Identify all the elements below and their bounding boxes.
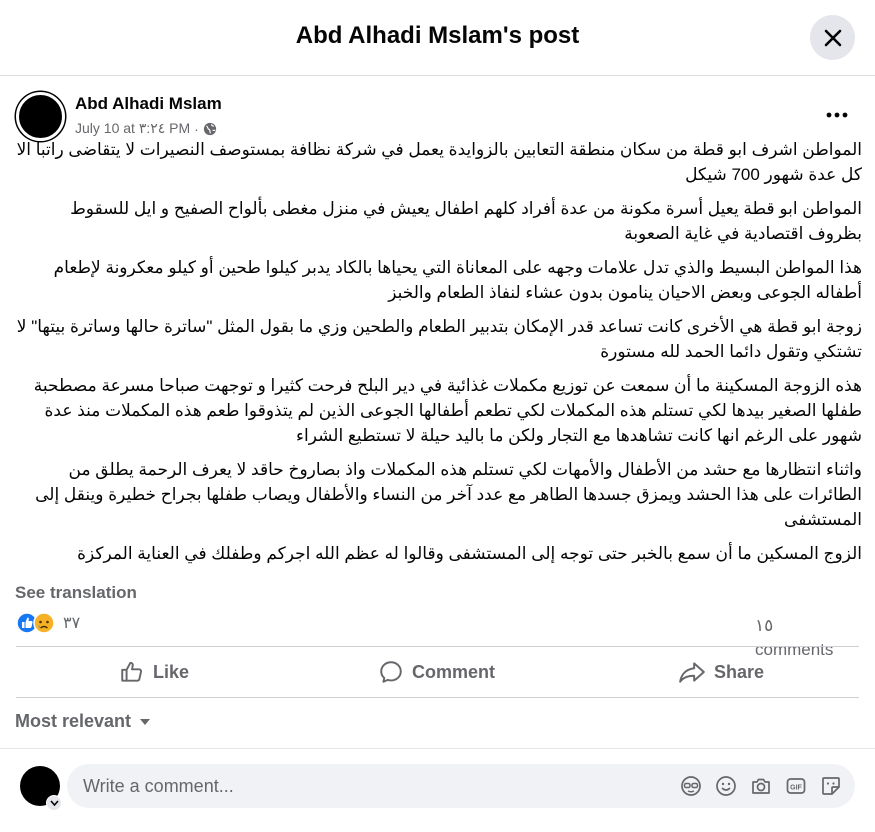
more-options-button[interactable]	[822, 100, 852, 130]
comment-icon	[380, 661, 402, 683]
share-button[interactable]: Share	[678, 655, 764, 689]
author-avatar[interactable]	[16, 92, 65, 141]
avatar-sticker-button[interactable]	[679, 774, 703, 798]
post-text: المواطن اشرف ابو قطة من سكان منطقة التعا…	[16, 137, 862, 575]
svg-text:GIF: GIF	[790, 784, 802, 791]
like-button[interactable]: Like	[119, 655, 189, 689]
reaction-count: ٣٧	[63, 615, 81, 632]
close-icon	[824, 29, 841, 46]
like-label: Like	[153, 661, 190, 682]
comment-sort-dropdown[interactable]: Most relevant	[15, 711, 151, 732]
sad-reaction-icon	[33, 612, 55, 634]
emoji-icon	[716, 776, 736, 796]
see-translation-link[interactable]: See translation	[15, 583, 137, 603]
like-icon	[121, 661, 143, 682]
avatar-sticker-icon	[681, 776, 701, 796]
gif-button[interactable]: GIF	[784, 774, 808, 798]
post-meta: July 10 at ٣:٢٤ PM ·	[75, 120, 217, 137]
composer-tools: GIF	[679, 774, 843, 798]
meta-separator: ·	[194, 120, 199, 137]
camera-icon	[752, 778, 770, 794]
globe-icon	[203, 122, 216, 135]
profile-switch-button[interactable]	[46, 795, 62, 811]
share-icon	[679, 662, 705, 683]
dialog-title: Abd Alhadi Mslam's post	[295, 22, 580, 49]
divider	[16, 646, 859, 647]
sticker-button[interactable]	[819, 774, 843, 798]
comment-label: Comment	[412, 661, 496, 682]
post-paragraph: هذا المواطن البسيط والذي تدل علامات وجهه…	[53, 258, 862, 302]
dialog-header: Abd Alhadi Mslam's post	[0, 0, 875, 76]
author-name[interactable]: Abd Alhadi Mslam	[75, 94, 222, 114]
post-paragraph: هذه الزوجة المسكينة ما أن سمعت عن توزيع …	[33, 376, 862, 445]
post-paragraph: المواطن ابو قطة يعيل أسرة مكونة من عدة أ…	[70, 199, 862, 243]
post-paragraph: المواطن اشرف ابو قطة من سكان منطقة التعا…	[16, 140, 862, 184]
sticker-icon	[822, 777, 840, 795]
comment-count[interactable]: ١٥ comments	[755, 614, 850, 662]
post-paragraph: الزوج المسكين ما أن سمع بالخبر حتى توجه …	[77, 544, 862, 563]
camera-button[interactable]	[749, 774, 773, 798]
more-dots-icon	[826, 112, 848, 118]
divider	[16, 697, 859, 698]
emoji-button[interactable]	[714, 774, 738, 798]
share-label: Share	[714, 661, 765, 682]
chevron-down-icon	[49, 800, 59, 806]
reactions-summary[interactable]: ٣٧	[16, 612, 80, 634]
gif-icon: GIF	[786, 778, 806, 794]
close-button[interactable]	[810, 15, 855, 60]
post-date[interactable]: July 10 at ٣:٢٤ PM	[75, 120, 190, 137]
post-paragraph: زوجة ابو قطة هي الأخرى كانت تساعد قدر ال…	[16, 317, 862, 361]
post-paragraph: واثناء انتظارها مع حشد من الأطفال والأمه…	[35, 460, 862, 529]
comment-input[interactable]	[83, 764, 643, 808]
comment-button[interactable]: Comment	[378, 655, 495, 689]
sort-label: Most relevant	[15, 711, 132, 731]
divider	[0, 748, 875, 749]
caret-down-icon	[140, 718, 151, 725]
comment-composer: GIF	[67, 764, 855, 808]
